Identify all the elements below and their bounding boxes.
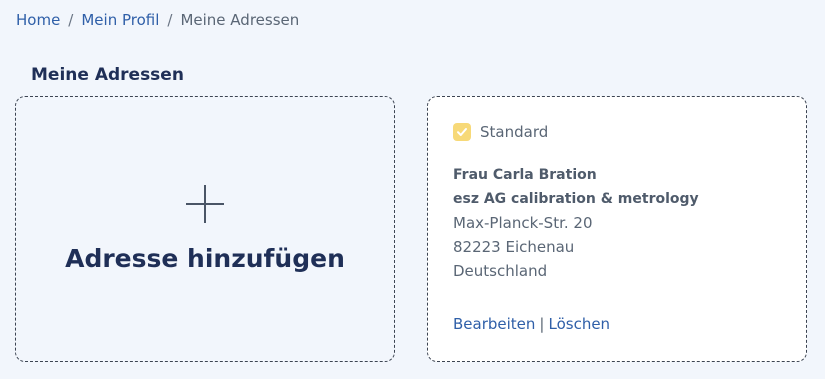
- default-checkbox[interactable]: [453, 123, 471, 141]
- checkmark-icon: [457, 128, 467, 136]
- address-country: Deutschland: [453, 262, 548, 280]
- default-address-row: Standard: [453, 123, 548, 141]
- address-city: 82223 Eichenau: [453, 238, 575, 256]
- delete-address-link[interactable]: Löschen: [548, 315, 610, 333]
- breadcrumb-current: Meine Adressen: [180, 11, 300, 29]
- address-company: esz AG calibration & metrology: [453, 191, 699, 207]
- edit-address-link[interactable]: Bearbeiten: [453, 315, 535, 333]
- default-label: Standard: [480, 123, 549, 141]
- breadcrumb-separator: /: [167, 11, 173, 29]
- address-name: Frau Carla Bration: [453, 167, 597, 183]
- breadcrumb-separator: /: [68, 11, 74, 29]
- add-address-label: Adresse hinzufügen: [65, 244, 345, 273]
- breadcrumb: Home / Mein Profil / Meine Adressen: [16, 10, 299, 30]
- add-address-card[interactable]: Adresse hinzufügen: [15, 96, 395, 362]
- page-title: Meine Adressen: [31, 65, 184, 85]
- address-actions: Bearbeiten | Löschen: [453, 315, 610, 333]
- address-card: Standard Frau Carla Bration esz AG calib…: [427, 96, 807, 362]
- plus-icon: [186, 185, 224, 223]
- breadcrumb-profile-link[interactable]: Mein Profil: [81, 10, 159, 30]
- address-street: Max-Planck-Str. 20: [453, 214, 593, 232]
- breadcrumb-home-link[interactable]: Home: [16, 10, 60, 30]
- action-separator: |: [539, 315, 545, 333]
- address-block: Frau Carla Bration esz AG calibration & …: [453, 163, 699, 283]
